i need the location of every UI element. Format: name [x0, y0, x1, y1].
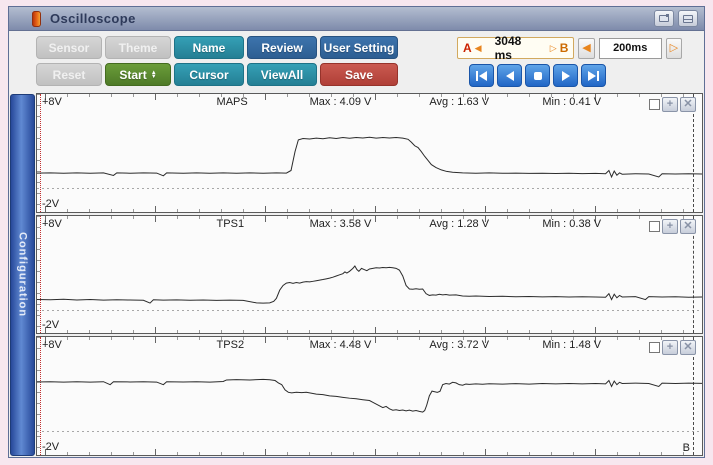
channel-checkbox[interactable]	[649, 99, 660, 110]
cursor-b-right-icon[interactable]: ▷	[550, 44, 557, 53]
cursor-a-label: A	[463, 41, 472, 55]
close-icon: ✕	[683, 99, 692, 110]
viewall-button[interactable]: ViewAll	[247, 63, 317, 86]
channel-name: MAPS	[217, 96, 248, 108]
bottom-scale-label: -2V	[42, 198, 59, 210]
plus-icon: +	[667, 221, 673, 232]
interval-value: 200ms	[599, 38, 662, 59]
plus-icon: +	[667, 342, 673, 353]
avg-readout: Avg : 3.72 V	[429, 339, 489, 351]
top-scale-label: +8V	[42, 96, 62, 108]
close-channel-button[interactable]: ✕	[680, 340, 696, 355]
stop-button[interactable]	[525, 64, 550, 87]
play-forward-icon	[562, 71, 570, 81]
plus-icon: +	[667, 99, 673, 110]
review-button[interactable]: Review	[247, 36, 317, 59]
play-reverse-button[interactable]	[497, 64, 522, 87]
monitor-icon	[659, 15, 669, 22]
bottom-scale-label: -2V	[42, 319, 59, 331]
cursor-button[interactable]: Cursor	[174, 63, 244, 86]
stop-icon	[534, 72, 542, 80]
configuration-tab-label: Configuration	[17, 232, 29, 317]
interval-decrease-button[interactable]: ◀	[578, 38, 594, 59]
avg-readout: Avg : 1.63 V	[429, 96, 489, 108]
display-toggle-button[interactable]	[654, 10, 674, 27]
ab-range-value: 3048 ms	[485, 34, 547, 62]
tps1-waveform	[37, 216, 702, 334]
top-scale-label: +8V	[42, 218, 62, 230]
cursor-b-marker-label: B	[683, 442, 690, 454]
toolbar: Sensor Theme Name Review User Setting Re…	[9, 31, 704, 92]
user-setting-button[interactable]: User Setting	[320, 36, 398, 59]
name-button[interactable]: Name	[174, 36, 244, 59]
close-channel-button[interactable]: ✕	[680, 219, 696, 234]
skip-end-icon	[588, 71, 596, 81]
configuration-tab[interactable]: Configuration	[10, 94, 35, 456]
app-icon	[32, 11, 41, 27]
zoom-in-button[interactable]: +	[662, 97, 678, 112]
channel-name: TPS2	[217, 339, 245, 351]
min-readout: Min : 0.38 V	[542, 218, 601, 230]
close-channel-button[interactable]: ✕	[680, 97, 696, 112]
start-spinner-icon: ▲▼	[151, 71, 157, 79]
close-icon: ✕	[683, 221, 692, 232]
min-readout: Min : 1.48 V	[542, 339, 601, 351]
max-readout: Max : 4.09 V	[310, 96, 372, 108]
skip-to-end-button[interactable]	[581, 64, 606, 87]
max-readout: Max : 4.48 V	[310, 339, 372, 351]
play-forward-button[interactable]	[553, 64, 578, 87]
max-readout: Max : 3.58 V	[310, 218, 372, 230]
top-scale-label: +8V	[42, 339, 62, 351]
channel-panel-maps: +8V MAPS Max : 4.09 V Avg : 1.63 V Min :…	[36, 93, 703, 213]
zoom-in-button[interactable]: +	[662, 340, 678, 355]
save-button[interactable]: Save	[320, 63, 398, 86]
start-button[interactable]: Start ▲▼	[105, 63, 171, 86]
title-bar: Oscilloscope	[9, 7, 704, 31]
zoom-in-button[interactable]: +	[662, 219, 678, 234]
layout-icon	[683, 15, 693, 23]
bottom-scale-label: -2V	[42, 441, 59, 453]
layout-toggle-button[interactable]	[678, 10, 698, 27]
play-reverse-icon	[506, 71, 514, 81]
window-title: Oscilloscope	[50, 11, 136, 26]
avg-readout: Avg : 1.28 V	[429, 218, 489, 230]
cursor-a-left-icon[interactable]: ◀	[475, 44, 482, 53]
skip-start-icon	[479, 71, 487, 81]
channel-name: TPS1	[217, 218, 245, 230]
sensor-button[interactable]: Sensor	[36, 36, 102, 59]
interval-increase-button[interactable]: ▷	[666, 38, 682, 59]
ab-range-box: A ◀ 3048 ms ▷ B	[457, 37, 574, 59]
close-icon: ✕	[683, 342, 692, 353]
channel-checkbox[interactable]	[649, 342, 660, 353]
cursor-b-label-control: B	[560, 41, 569, 55]
skip-to-start-button[interactable]	[469, 64, 494, 87]
channel-panel-tps1: +8V TPS1 Max : 3.58 V Avg : 1.28 V Min :…	[36, 215, 703, 335]
left-arrow-icon: ◀	[582, 43, 590, 54]
channel-panel-tps2: +8V TPS2 Max : 4.48 V Avg : 3.72 V Min :…	[36, 336, 703, 456]
reset-button[interactable]: Reset	[36, 63, 102, 86]
min-readout: Min : 0.41 V	[542, 96, 601, 108]
maps-waveform	[37, 94, 702, 212]
channel-checkbox[interactable]	[649, 221, 660, 232]
tps2-waveform	[37, 337, 702, 455]
theme-button[interactable]: Theme	[105, 36, 171, 59]
right-arrow-icon: ▷	[670, 43, 678, 54]
oscilloscope-window: Oscilloscope Sensor Theme Name Review Us…	[8, 6, 705, 458]
